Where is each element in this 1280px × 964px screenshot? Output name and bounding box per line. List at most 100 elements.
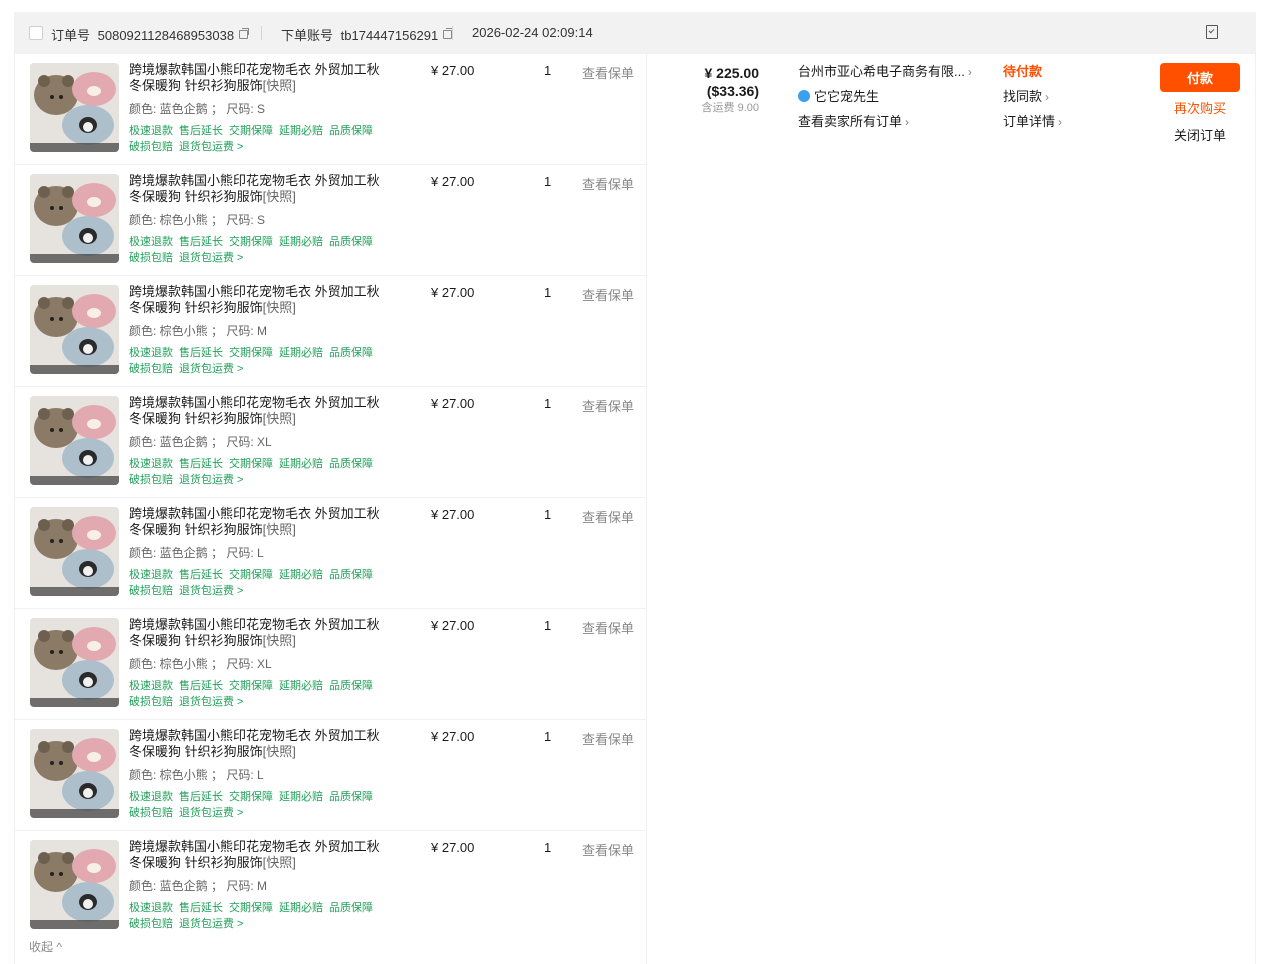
view-insurance-link[interactable]: 查看保单 [582,840,634,859]
product-title[interactable]: 跨境爆款韩国小熊印花宠物毛衣 外贸加工秋冬保暖狗 针织衫狗服饰[快照] [129,173,391,205]
service-tag[interactable]: 品质保障 [329,902,373,914]
service-tag[interactable]: 售后延长 [179,125,223,137]
service-tag[interactable]: 售后延长 [179,569,223,581]
service-tag[interactable]: 退货包运费 > [179,807,243,819]
service-tag[interactable]: 售后延长 [179,680,223,692]
service-tag[interactable]: 品质保障 [329,569,373,581]
service-tag[interactable]: 极速退款 [129,347,173,359]
service-tag[interactable]: 品质保障 [329,125,373,137]
product-thumbnail[interactable] [30,285,119,374]
service-tag[interactable]: 交期保障 [229,458,273,470]
service-tag[interactable]: 售后延长 [179,458,223,470]
service-tag[interactable]: 退货包运费 > [179,363,243,375]
snapshot-link[interactable]: [快照] [263,633,296,648]
service-tag[interactable]: 交期保障 [229,347,273,359]
service-tag[interactable]: 售后延长 [179,902,223,914]
view-insurance-link[interactable]: 查看保单 [582,618,634,637]
service-tag[interactable]: 交期保障 [229,680,273,692]
service-tag[interactable]: 极速退款 [129,236,173,248]
seller-contact-link[interactable]: 它它宠先生 [798,89,988,114]
close-order-link[interactable]: 关闭订单 [1160,128,1240,144]
service-tag[interactable]: 延期必赔 [279,902,323,914]
product-thumbnail[interactable] [30,840,119,929]
copy-icon[interactable] [239,28,250,39]
product-title[interactable]: 跨境爆款韩国小熊印花宠物毛衣 外贸加工秋冬保暖狗 针织衫狗服饰[快照] [129,284,391,316]
service-tag[interactable]: 交期保障 [229,236,273,248]
service-tag[interactable]: 交期保障 [229,569,273,581]
snapshot-link[interactable]: [快照] [263,411,296,426]
service-tag[interactable]: 延期必赔 [279,125,323,137]
copy-icon[interactable] [443,28,454,39]
service-tag[interactable]: 品质保障 [329,791,373,803]
product-thumbnail[interactable] [30,507,119,596]
service-tag[interactable]: 退货包运费 > [179,474,243,486]
collapse-link[interactable]: 收起 ^ [29,938,62,955]
service-tag[interactable]: 破损包赔 [129,252,173,264]
service-tag[interactable]: 破损包赔 [129,696,173,708]
view-insurance-link[interactable]: 查看保单 [582,63,634,82]
service-tag[interactable]: 延期必赔 [279,458,323,470]
service-tag[interactable]: 退货包运费 > [179,585,243,597]
product-title[interactable]: 跨境爆款韩国小熊印花宠物毛衣 外贸加工秋冬保暖狗 针织衫狗服饰[快照] [129,395,391,427]
service-tag[interactable]: 极速退款 [129,680,173,692]
service-tag[interactable]: 退货包运费 > [179,141,243,153]
service-tag[interactable]: 极速退款 [129,458,173,470]
product-title[interactable]: 跨境爆款韩国小熊印花宠物毛衣 外贸加工秋冬保暖狗 针织衫狗服饰[快照] [129,62,391,94]
seller-name-link[interactable]: 台州市亚心希电子商务有限... › [798,64,988,89]
service-tag[interactable]: 售后延长 [179,791,223,803]
product-thumbnail[interactable] [30,396,119,485]
service-tag[interactable]: 延期必赔 [279,680,323,692]
snapshot-link[interactable]: [快照] [263,522,296,537]
service-tag[interactable]: 破损包赔 [129,474,173,486]
service-tag[interactable]: 售后延长 [179,236,223,248]
order-select-checkbox[interactable] [29,26,43,40]
order-details-link[interactable]: 订单详情 › [1003,114,1062,139]
pay-button[interactable]: 付款 [1160,63,1240,92]
snapshot-link[interactable]: [快照] [263,744,296,759]
view-insurance-link[interactable]: 查看保单 [582,507,634,526]
product-title[interactable]: 跨境爆款韩国小熊印花宠物毛衣 外贸加工秋冬保暖狗 针织衫狗服饰[快照] [129,617,391,649]
service-tag[interactable]: 破损包赔 [129,585,173,597]
view-insurance-link[interactable]: 查看保单 [582,285,634,304]
service-tag[interactable]: 延期必赔 [279,569,323,581]
product-title[interactable]: 跨境爆款韩国小熊印花宠物毛衣 外贸加工秋冬保暖狗 针织衫狗服饰[快照] [129,839,391,871]
service-tag[interactable]: 破损包赔 [129,141,173,153]
service-tag[interactable]: 破损包赔 [129,363,173,375]
view-insurance-link[interactable]: 查看保单 [582,729,634,748]
view-insurance-link[interactable]: 查看保单 [582,174,634,193]
service-tag[interactable]: 极速退款 [129,902,173,914]
product-title[interactable]: 跨境爆款韩国小熊印花宠物毛衣 外贸加工秋冬保暖狗 针织衫狗服饰[快照] [129,728,391,760]
find-similar-link[interactable]: 找同款 › [1003,89,1062,114]
bookmark-flag-icon[interactable] [1206,25,1218,39]
snapshot-link[interactable]: [快照] [263,78,296,93]
snapshot-link[interactable]: [快照] [263,855,296,870]
service-tag[interactable]: 品质保障 [329,236,373,248]
service-tag[interactable]: 退货包运费 > [179,918,243,930]
service-tag[interactable]: 破损包赔 [129,807,173,819]
service-tag[interactable]: 交期保障 [229,902,273,914]
snapshot-link[interactable]: [快照] [263,300,296,315]
service-tag[interactable]: 品质保障 [329,458,373,470]
service-tag[interactable]: 退货包运费 > [179,252,243,264]
service-tag[interactable]: 交期保障 [229,791,273,803]
seller-all-orders-link[interactable]: 查看卖家所有订单 › [798,114,988,139]
product-thumbnail[interactable] [30,618,119,707]
product-thumbnail[interactable] [30,63,119,152]
snapshot-link[interactable]: [快照] [263,189,296,204]
service-tag[interactable]: 退货包运费 > [179,696,243,708]
service-tag[interactable]: 破损包赔 [129,918,173,930]
product-thumbnail[interactable] [30,729,119,818]
service-tag[interactable]: 交期保障 [229,125,273,137]
service-tag[interactable]: 延期必赔 [279,347,323,359]
service-tag[interactable]: 售后延长 [179,347,223,359]
service-tag[interactable]: 延期必赔 [279,791,323,803]
service-tag[interactable]: 极速退款 [129,569,173,581]
service-tag[interactable]: 品质保障 [329,347,373,359]
product-title[interactable]: 跨境爆款韩国小熊印花宠物毛衣 外贸加工秋冬保暖狗 针织衫狗服饰[快照] [129,506,391,538]
service-tag[interactable]: 极速退款 [129,791,173,803]
product-thumbnail[interactable] [30,174,119,263]
view-insurance-link[interactable]: 查看保单 [582,396,634,415]
service-tag[interactable]: 极速退款 [129,125,173,137]
rebuy-link[interactable]: 再次购买 [1160,101,1240,117]
service-tag[interactable]: 延期必赔 [279,236,323,248]
